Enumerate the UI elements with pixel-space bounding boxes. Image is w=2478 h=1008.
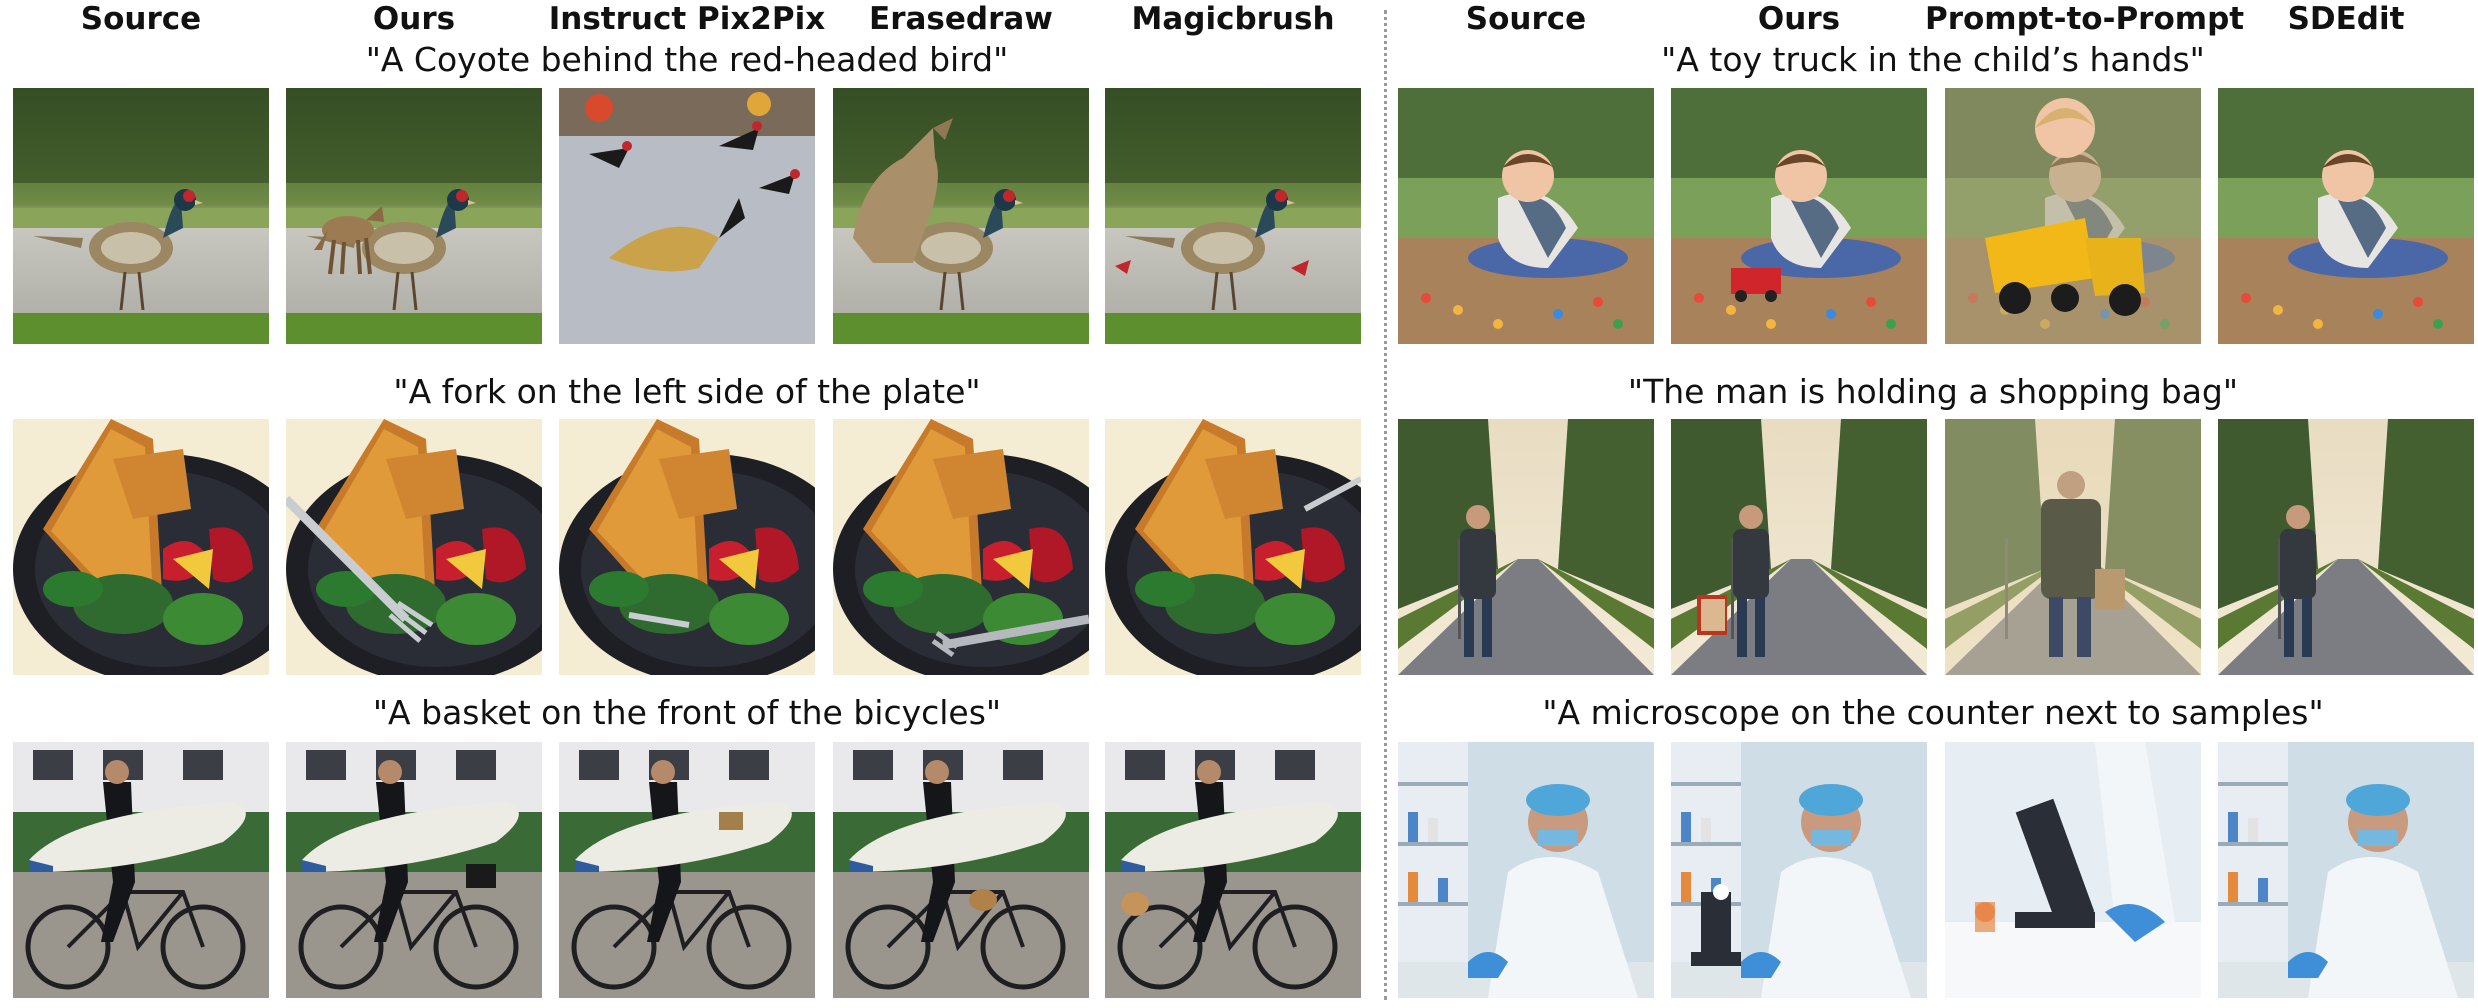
right-prompt-1: "A toy truck in the child’s hands" (1661, 40, 2205, 79)
left-prompt-2: "A fork on the left side of the plate" (393, 372, 981, 411)
right-header-1: Source (1465, 1, 1587, 37)
left-image-r3-c3 (559, 742, 815, 998)
left-header-3: Instruct Pix2Pix (548, 1, 826, 37)
left-image-r3-c5 (1105, 742, 1361, 998)
left-header-1: Source (80, 1, 202, 37)
right-image-r1-c1 (1398, 88, 1654, 344)
right-image-r2-c2 (1671, 419, 1927, 675)
left-prompt-3: "A basket on the front of the bicycles" (372, 693, 1002, 732)
right-header-3: Prompt-to-Prompt (1925, 1, 2245, 37)
left-header-2: Ours (372, 1, 456, 37)
right-prompt-3: "A microscope on the counter next to sam… (1542, 693, 2324, 732)
right-image-r3-c3 (1945, 742, 2201, 998)
right-image-r2-c4 (2218, 419, 2474, 675)
left-image-r2-c2 (286, 419, 542, 675)
left-image-r3-c1 (13, 742, 269, 998)
right-image-r3-c4 (2218, 742, 2474, 998)
right-header-4: SDEdit (2287, 1, 2405, 37)
left-image-r3-c4 (833, 742, 1089, 998)
left-image-r1-c2 (286, 88, 542, 344)
left-image-r2-c4 (833, 419, 1089, 675)
left-image-r1-c3 (559, 88, 815, 344)
left-image-r2-c1 (13, 419, 269, 675)
right-image-r2-c1 (1398, 419, 1654, 675)
left-image-r2-c5 (1105, 419, 1361, 675)
left-header-5: Magicbrush (1131, 1, 1335, 37)
right-image-r3-c2 (1671, 742, 1927, 998)
left-image-r2-c3 (559, 419, 815, 675)
left-image-r1-c5 (1105, 88, 1361, 344)
left-header-4: Erasedraw (869, 1, 1053, 37)
left-image-r1-c1 (13, 88, 269, 344)
right-image-r3-c1 (1398, 742, 1654, 998)
left-prompt-1: "A Coyote behind the red-headed bird" (365, 40, 1009, 79)
right-prompt-2: "The man is holding a shopping bag" (1627, 372, 2239, 411)
left-image-r1-c4 (833, 88, 1089, 344)
panel-divider (1384, 10, 1387, 1000)
right-image-r2-c3 (1945, 419, 2201, 675)
right-header-2: Ours (1757, 1, 1841, 37)
right-image-r1-c2 (1671, 88, 1927, 344)
left-image-r3-c2 (286, 742, 542, 998)
right-image-r1-c3 (1945, 88, 2201, 344)
right-image-r1-c4 (2218, 88, 2474, 344)
